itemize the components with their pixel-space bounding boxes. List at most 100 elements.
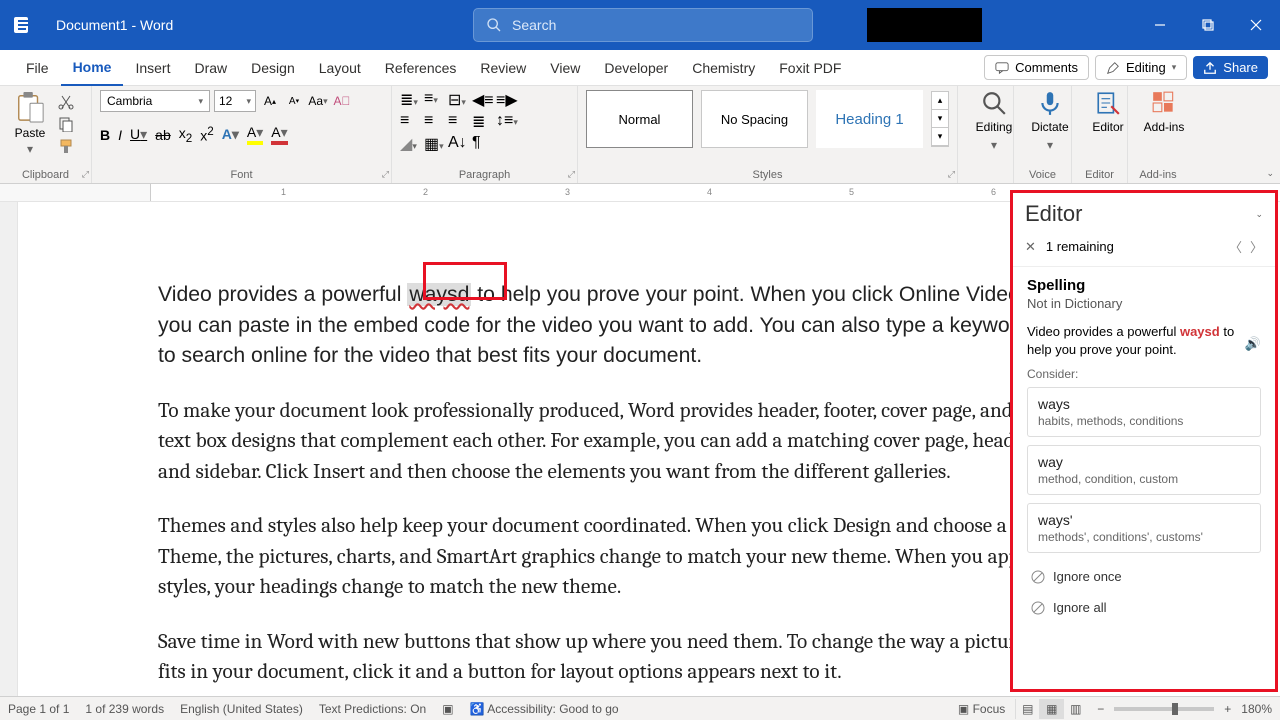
addins-button[interactable]: Add-ins (1136, 90, 1192, 134)
editor-pane: Editor ⌄ ✕ 1 remaining 〈 〉 Spelling Not … (1010, 190, 1278, 692)
format-painter-icon[interactable] (58, 138, 74, 154)
align-center-icon[interactable]: ≡ (424, 112, 442, 128)
prev-issue-icon[interactable]: 〈 (1229, 237, 1242, 256)
macro-icon[interactable]: ▣ (442, 702, 453, 716)
accessibility-status[interactable]: ♿ Accessibility: Good to go (470, 702, 619, 716)
align-left-icon[interactable]: ≡ (400, 112, 418, 128)
tab-developer[interactable]: Developer (592, 50, 680, 86)
group-paragraph: ≣▾ ≡▾ ⊟▾ ◀≡ ≡▶ ≡ ≡ ≡ ≣ ↕≡▾ ◢▾ ▦▾ A↓ ¶ Pa… (392, 86, 578, 183)
zoom-out-icon[interactable]: − (1097, 702, 1104, 716)
page-status[interactable]: Page 1 of 1 (8, 702, 69, 716)
web-layout-icon[interactable]: ▥ (1063, 699, 1087, 719)
document-title: Document1 - Word (48, 17, 173, 33)
copy-icon[interactable] (58, 116, 74, 132)
ignore-once-button[interactable]: Ignore once (1027, 561, 1261, 592)
pencil-icon (1106, 61, 1120, 75)
font-name-select[interactable]: Cambria▾ (100, 90, 210, 112)
shrink-font-icon[interactable]: A▾ (284, 91, 304, 111)
read-mode-icon[interactable]: ▤ (1015, 699, 1039, 719)
focus-mode-button[interactable]: ▣ Focus (958, 702, 1005, 716)
paragraph-3[interactable]: Themes and styles also help keep your do… (158, 511, 1048, 603)
grow-font-icon[interactable]: A▴ (260, 91, 280, 111)
tab-insert[interactable]: Insert (123, 50, 182, 86)
next-issue-icon[interactable]: 〉 (1250, 237, 1263, 256)
tab-review[interactable]: Review (468, 50, 538, 86)
comments-button[interactable]: Comments (984, 55, 1089, 80)
cut-icon[interactable] (58, 94, 74, 110)
language-status[interactable]: English (United States) (180, 702, 303, 716)
increase-indent-icon[interactable]: ≡▶ (496, 90, 514, 106)
clear-format-icon[interactable]: A⃠ (332, 91, 352, 111)
dictate-button[interactable]: Dictate ▾ (1022, 90, 1078, 152)
font-size-select[interactable]: 12▾ (214, 90, 256, 112)
style-no-spacing[interactable]: No Spacing (701, 90, 808, 148)
font-color-icon[interactable]: A▾ (271, 124, 287, 145)
underline-button[interactable]: U▾ (130, 126, 147, 143)
paste-button[interactable]: Paste ▾ (8, 90, 52, 156)
minimize-button[interactable] (1136, 0, 1184, 50)
superscript-button[interactable]: x2 (200, 125, 213, 144)
tab-references[interactable]: References (373, 50, 469, 86)
tab-draw[interactable]: Draw (182, 50, 239, 86)
tab-design[interactable]: Design (239, 50, 307, 86)
misspelled-word[interactable]: waysd (407, 283, 471, 306)
subscript-button[interactable]: x2 (179, 125, 192, 145)
group-font: Cambria▾ 12▾ A▴ A▾ Aa▾ A⃠ B I U▾ ab x2 x… (92, 86, 392, 183)
style-heading1[interactable]: Heading 1 (816, 90, 923, 148)
strike-button[interactable]: ab (155, 127, 171, 143)
paragraph-2[interactable]: To make your document look professionall… (158, 396, 1048, 488)
zoom-slider[interactable] (1114, 707, 1214, 711)
styles-scroll[interactable]: ▴▾▾ (931, 91, 949, 147)
line-spacing-icon[interactable]: ↕≡▾ (496, 112, 514, 128)
tab-file[interactable]: File (14, 50, 61, 86)
maximize-button[interactable] (1184, 0, 1232, 50)
tab-foxit[interactable]: Foxit PDF (767, 50, 853, 86)
suggestion-ways-possessive[interactable]: ways' methods', conditions', customs' (1027, 503, 1261, 553)
multilevel-icon[interactable]: ⊟▾ (448, 90, 466, 106)
tab-chemistry[interactable]: Chemistry (680, 50, 767, 86)
italic-button[interactable]: I (118, 127, 122, 143)
text-predictions-status[interactable]: Text Predictions: On (319, 702, 426, 716)
close-button[interactable] (1232, 0, 1280, 50)
share-button[interactable]: Share (1193, 56, 1268, 79)
editing-mode-button[interactable]: Editing ▾ (1095, 55, 1187, 80)
group-styles: Normal No Spacing Heading 1 ▴▾▾ Styles⤢ (578, 86, 958, 183)
paragraph-1[interactable]: Video provides a powerful waysd to help … (158, 280, 1048, 372)
ignore-all-button[interactable]: Ignore all (1027, 592, 1261, 623)
print-layout-icon[interactable]: ▦ (1039, 699, 1063, 719)
text-effects-icon[interactable]: A▾ (222, 126, 239, 143)
group-clipboard: Paste ▾ Clipboard⤢ (0, 86, 92, 183)
vertical-ruler (0, 202, 18, 704)
tab-view[interactable]: View (538, 50, 592, 86)
justify-icon[interactable]: ≣ (472, 112, 490, 128)
shading-icon[interactable]: ◢▾ (400, 134, 418, 150)
decrease-indent-icon[interactable]: ◀≡ (472, 90, 490, 106)
sort-icon[interactable]: A↓ (448, 134, 466, 150)
bullets-icon[interactable]: ≣▾ (400, 90, 418, 106)
read-aloud-icon[interactable]: 🔊 (1245, 335, 1261, 353)
prohibit-icon (1031, 601, 1045, 615)
consider-label: Consider: (1027, 367, 1261, 381)
editor-icon (1095, 90, 1121, 116)
align-right-icon[interactable]: ≡ (448, 112, 466, 128)
show-marks-icon[interactable]: ¶ (472, 134, 490, 150)
suggestion-ways[interactable]: ways habits, methods, conditions (1027, 387, 1261, 437)
highlight-icon[interactable]: A▾ (247, 124, 263, 145)
bold-button[interactable]: B (100, 127, 110, 143)
ribbon-collapse-icon[interactable]: ⌄ (1266, 168, 1274, 179)
borders-icon[interactable]: ▦▾ (424, 134, 442, 150)
tab-layout[interactable]: Layout (307, 50, 373, 86)
tab-home[interactable]: Home (61, 50, 124, 86)
change-case-icon[interactable]: Aa▾ (308, 91, 328, 111)
numbering-icon[interactable]: ≡▾ (424, 90, 442, 106)
search-box[interactable]: Search (473, 8, 813, 42)
word-count[interactable]: 1 of 239 words (85, 702, 164, 716)
suggestion-way[interactable]: way method, condition, custom (1027, 445, 1261, 495)
zoom-in-icon[interactable]: + (1224, 702, 1231, 716)
zoom-level[interactable]: 180% (1241, 702, 1272, 716)
collapse-icon[interactable]: ⌄ (1255, 209, 1263, 220)
titlebar: Document1 - Word Search (0, 0, 1280, 50)
style-normal[interactable]: Normal (586, 90, 693, 148)
paragraph-4[interactable]: Save time in Word with new buttons that … (158, 627, 1048, 688)
close-issue-icon[interactable]: ✕ (1025, 239, 1036, 255)
